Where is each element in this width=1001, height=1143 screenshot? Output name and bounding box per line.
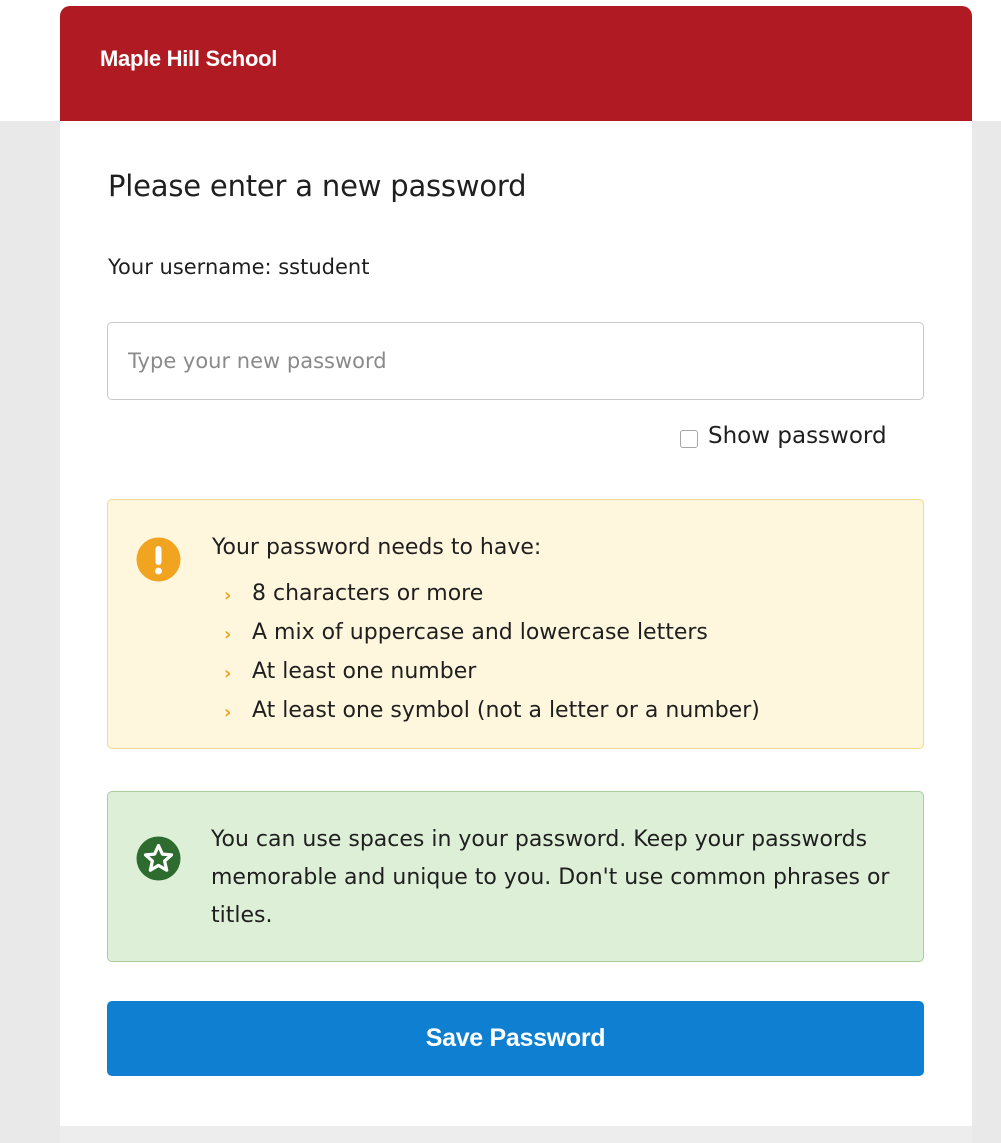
requirement-text: 8 characters or more [252, 581, 484, 606]
star-circle-icon [136, 836, 181, 881]
page-title: Please enter a new password [108, 169, 527, 203]
requirement-item: › At least one number [224, 652, 760, 691]
show-password-label: Show password [708, 423, 887, 449]
password-requirements-box: Your password needs to have: › 8 charact… [107, 499, 924, 749]
requirement-item: › 8 characters or more [224, 574, 760, 613]
save-password-button[interactable]: Save Password [107, 1001, 924, 1076]
password-tip-box: You can use spaces in your password. Kee… [107, 791, 924, 962]
show-password-toggle[interactable]: Show password [680, 421, 887, 451]
card-footer [60, 1126, 972, 1143]
requirement-item: › A mix of uppercase and lowercase lette… [224, 613, 760, 652]
password-card: Maple Hill School Please enter a new pas… [60, 6, 972, 1143]
requirements-title: Your password needs to have: [212, 535, 542, 560]
username-label: Your username: sstudent [108, 255, 370, 279]
exclamation-circle-icon [136, 537, 181, 582]
show-password-checkbox[interactable] [680, 430, 698, 448]
school-name: Maple Hill School [100, 46, 278, 71]
new-password-input[interactable] [107, 322, 924, 400]
chevron-right-icon: › [224, 663, 232, 684]
chevron-right-icon: › [224, 624, 232, 645]
tip-text: You can use spaces in your password. Kee… [211, 827, 890, 928]
requirement-text: At least one symbol (not a letter or a n… [252, 698, 760, 723]
header-bar: Maple Hill School [60, 6, 972, 121]
requirements-list: › 8 characters or more › A mix of upperc… [224, 574, 760, 730]
chevron-right-icon: › [224, 702, 232, 723]
chevron-right-icon: › [224, 585, 232, 606]
requirement-item: › At least one symbol (not a letter or a… [224, 691, 760, 730]
requirement-text: A mix of uppercase and lowercase letters [252, 620, 708, 645]
requirement-text: At least one number [252, 659, 477, 684]
